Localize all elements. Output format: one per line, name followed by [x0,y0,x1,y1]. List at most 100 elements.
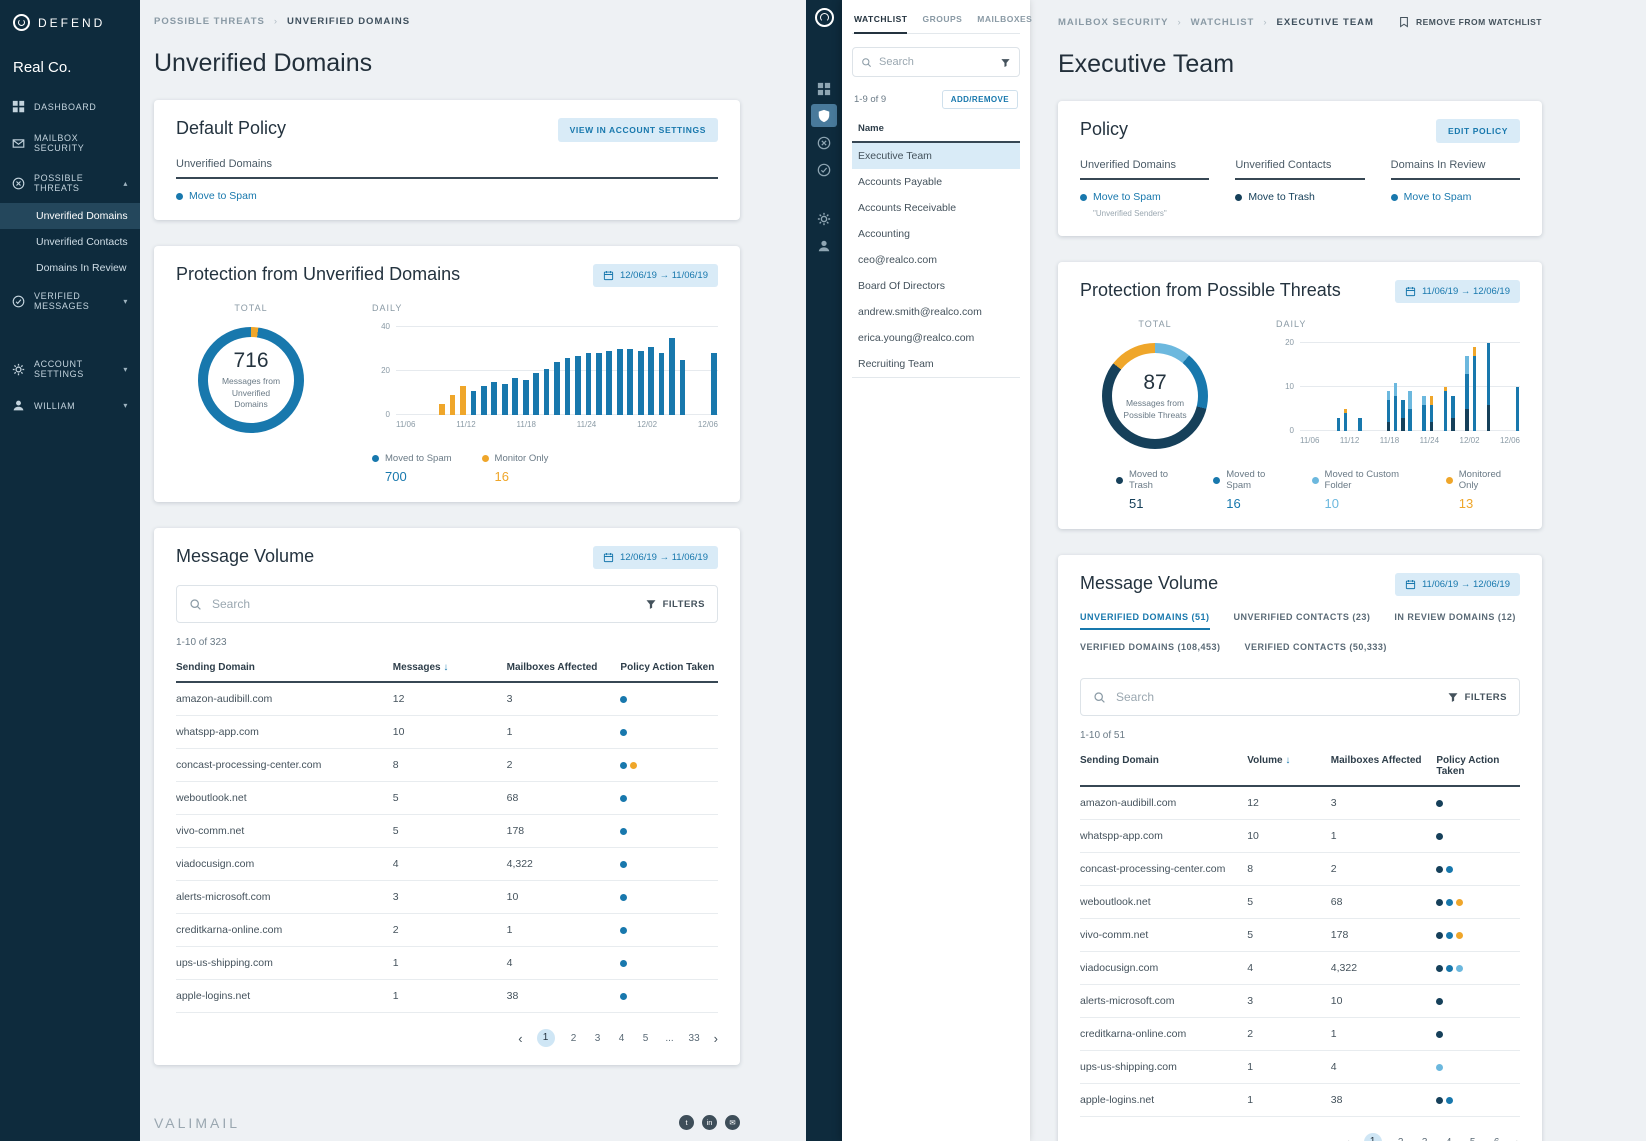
sidebar-item-possible-threats[interactable]: POSSIBLE THREATS▴ [0,163,140,203]
table-row[interactable]: creditkarna-online.com21 [1080,1018,1520,1051]
watchlist-item-board-of-directors[interactable]: Board Of Directors [852,273,1020,299]
sidebar-item-account-settings[interactable]: ACCOUNT SETTINGS▾ [0,349,140,389]
watchlist-item-accounting[interactable]: Accounting [852,221,1020,247]
tab-groups[interactable]: GROUPS [922,14,962,24]
filters-button[interactable]: FILTERS [1433,691,1507,703]
sort-desc-icon[interactable]: ↓ [1285,755,1290,766]
add-remove-button[interactable]: ADD/REMOVE [942,90,1018,109]
table-row[interactable]: ups-us-shipping.com14 [176,947,718,980]
column-header-mailboxes-affected[interactable]: Mailboxes Affected [1331,755,1437,777]
page-button-33[interactable]: 33 [689,1033,700,1044]
table-row[interactable]: concast-processing-center.com82 [176,749,718,782]
column-header-mailboxes-affected[interactable]: Mailboxes Affected [507,662,621,673]
table-row[interactable]: vivo-comm.net5178 [176,815,718,848]
tab-unverified-domains-51[interactable]: UNVERIFIED DOMAINS (51) [1080,612,1210,630]
table-row[interactable]: weboutlook.net568 [1080,886,1520,919]
watchlist-item-recruiting-team[interactable]: Recruiting Team [852,351,1020,377]
filters-button[interactable]: FILTERS [631,598,705,610]
tab-verified-domains-108-453[interactable]: VERIFIED DOMAINS (108,453) [1080,642,1221,660]
table-row[interactable]: apple-logins.net138 [176,980,718,1013]
column-header-messages[interactable]: Messages ↓ [393,662,507,673]
watchlist-item-andrew-smith-realco-com[interactable]: andrew.smith@realco.com [852,299,1020,325]
table-row[interactable]: amazon-audibill.com123 [1080,787,1520,820]
next-page-button[interactable]: › [1516,1135,1520,1141]
date-range-picker[interactable]: 11/06/19 → 12/06/19 [1395,573,1520,596]
tab-watchlist[interactable]: WATCHLIST [854,14,907,24]
column-header-policy-action-taken[interactable]: Policy Action Taken [620,662,718,673]
sidebar-item-william[interactable]: WILLIAM▾ [0,389,140,422]
email-icon[interactable]: ✉ [725,1115,740,1130]
page-button-2[interactable]: 2 [569,1033,579,1044]
sidebar-item-unverified-contacts[interactable]: Unverified Contacts [0,229,140,255]
table-row[interactable]: amazon-audibill.com123 [176,683,718,716]
watchlist-item-erica-young-realco-com[interactable]: erica.young@realco.com [852,325,1020,351]
table-row[interactable]: whatspp-app.com101 [1080,820,1520,853]
defend-logo[interactable]: DEFEND [0,0,140,41]
edit-policy-button[interactable]: EDIT POLICY [1436,119,1520,143]
grid-icon[interactable] [811,77,837,100]
gear-icon[interactable] [811,207,837,230]
page-button-2[interactable]: 2 [1396,1137,1406,1141]
view-in-account-settings-button[interactable]: VIEW IN ACCOUNT SETTINGS [558,118,718,142]
page-button-1[interactable]: 1 [1364,1133,1382,1141]
breadcrumb-item-mailbox-security[interactable]: MAILBOX SECURITY [1058,17,1168,28]
table-row[interactable]: viadocusign.com44,322 [1080,952,1520,985]
date-range-picker[interactable]: 11/06/19 → 12/06/19 [1395,280,1520,303]
tab-verified-contacts-50-333[interactable]: VERIFIED CONTACTS (50,333) [1245,642,1387,660]
watchlist-item-accounts-payable[interactable]: Accounts Payable [852,169,1020,195]
sidebar-item-mailbox-security[interactable]: MAILBOX SECURITY [0,123,140,163]
x-circle-icon[interactable] [811,131,837,154]
column-header-policy-action-taken[interactable]: Policy Action Taken [1436,755,1520,777]
watchlist-item-executive-team[interactable]: Executive Team [852,143,1020,169]
date-range-picker[interactable]: 12/06/19 → 11/06/19 [593,546,718,569]
watchlist-item-accounts-receivable[interactable]: Accounts Receivable [852,195,1020,221]
page-button-5[interactable]: 5 [1468,1137,1478,1141]
page-button-4[interactable]: 4 [617,1033,627,1044]
column-header-sending-domain[interactable]: Sending Domain [1080,755,1247,777]
breadcrumb-item-watchlist[interactable]: WATCHLIST [1191,17,1255,28]
page-button-5[interactable]: 5 [641,1033,651,1044]
prev-page-button[interactable]: ‹ [518,1031,522,1046]
table-row[interactable]: whatspp-app.com101 [176,716,718,749]
table-row[interactable]: alerts-microsoft.com310 [1080,985,1520,1018]
date-range-picker[interactable]: 12/06/19 → 11/06/19 [593,264,718,287]
shield-icon[interactable] [811,104,837,127]
table-row[interactable]: creditkarna-online.com21 [176,914,718,947]
valimail-logo-icon[interactable] [815,8,834,27]
person-icon[interactable] [811,234,837,257]
page-button-3[interactable]: 3 [593,1033,603,1044]
next-page-button[interactable]: › [714,1031,718,1046]
page-button-4[interactable]: 4 [1444,1137,1454,1141]
sidebar-item-unverified-domains[interactable]: Unverified Domains [0,203,140,229]
watchlist-search-input[interactable] [879,56,1000,68]
table-row[interactable]: apple-logins.net138 [1080,1084,1520,1117]
sidebar-item-dashboard[interactable]: DASHBOARD [0,90,140,123]
twitter-icon[interactable]: t [679,1115,694,1130]
remove-from-watchlist-button[interactable]: REMOVE FROM WATCHLIST [1398,16,1542,28]
prev-page-button[interactable]: ‹ [1345,1135,1349,1141]
sidebar-item-domains-in-review[interactable]: Domains In Review [0,255,140,281]
watchlist-item-ceo-realco-com[interactable]: ceo@realco.com [852,247,1020,273]
tab-mailboxes[interactable]: MAILBOXES [977,14,1032,24]
check-circle-icon[interactable] [811,158,837,181]
sort-desc-icon[interactable]: ↓ [443,662,448,673]
table-row[interactable]: viadocusign.com44,322 [176,848,718,881]
table-row[interactable]: vivo-comm.net5178 [1080,919,1520,952]
column-header-volume[interactable]: Volume ↓ [1247,755,1331,777]
table-row[interactable]: concast-processing-center.com82 [1080,853,1520,886]
table-row[interactable]: weboutlook.net568 [176,782,718,815]
sidebar-item-verified-messages[interactable]: VERIFIED MESSAGES▾ [0,281,140,321]
page-button-3[interactable]: 3 [1420,1137,1430,1141]
search-input[interactable] [1116,690,1433,704]
breadcrumb-item-executive-team[interactable]: EXECUTIVE TEAM [1277,17,1374,28]
tab-in-review-domains-12[interactable]: IN REVIEW DOMAINS (12) [1394,612,1516,630]
table-row[interactable]: alerts-microsoft.com310 [176,881,718,914]
filter-icon[interactable] [1000,57,1011,68]
page-button-6[interactable]: 6 [1492,1137,1502,1141]
search-input[interactable] [212,597,631,611]
column-header-sending-domain[interactable]: Sending Domain [176,662,393,673]
page-button-1[interactable]: 1 [537,1029,555,1047]
breadcrumb-item-unverified-domains[interactable]: UNVERIFIED DOMAINS [287,16,410,27]
table-row[interactable]: ups-us-shipping.com14 [1080,1051,1520,1084]
linkedin-icon[interactable]: in [702,1115,717,1130]
